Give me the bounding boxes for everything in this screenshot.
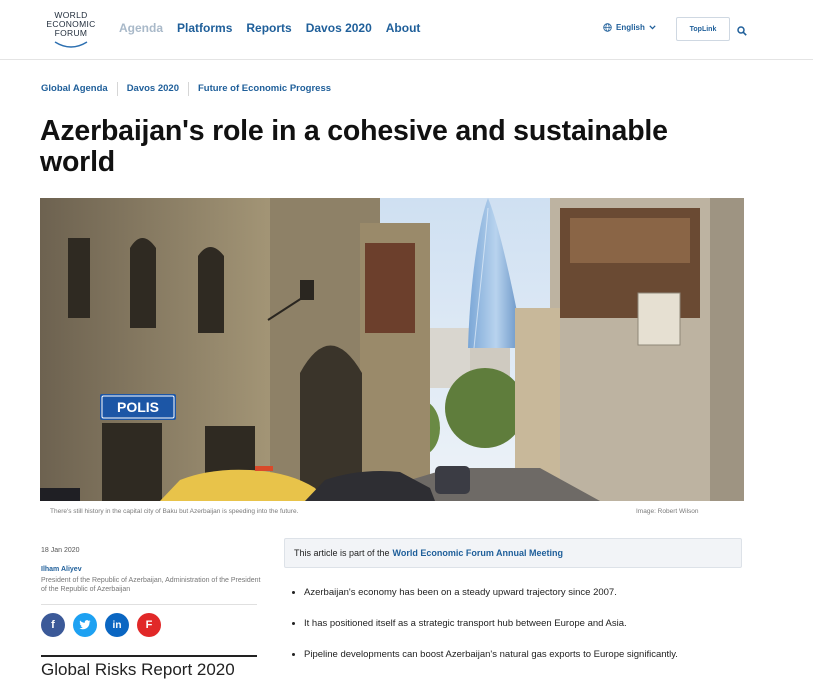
annual-meeting-link[interactable]: World Economic Forum Annual Meeting: [393, 548, 564, 558]
key-point: It has positioned itself as a strategic …: [290, 618, 678, 649]
nav-platforms[interactable]: Platforms: [177, 21, 232, 35]
logo-arc-icon: [54, 41, 88, 48]
nav-agenda[interactable]: Agenda: [119, 21, 163, 35]
logo-line-3: FORUM: [54, 28, 88, 38]
twitter-share-button[interactable]: t: [73, 613, 97, 637]
key-points-list: Azerbaijan's economy has been on a stead…: [290, 587, 678, 680]
hero-image-svg: POLIS: [40, 198, 744, 501]
wef-logo[interactable]: WORLD ECONOMIC FORUM: [39, 11, 103, 51]
author-role: President of the Republic of Azerbaijan,…: [41, 577, 261, 593]
nav-reports[interactable]: Reports: [246, 21, 291, 35]
facebook-share-button[interactable]: f: [41, 613, 65, 637]
sidebar-heavy-divider: [41, 655, 257, 657]
main-nav: Agenda Platforms Reports Davos 2020 Abou…: [119, 21, 420, 35]
linkedin-icon: in: [112, 619, 122, 631]
twitter-icon: [79, 620, 91, 630]
search-icon: [737, 26, 747, 36]
related-heading[interactable]: Global Risks Report 2020: [41, 660, 235, 680]
site-header: WORLD ECONOMIC FORUM Agenda Platforms Re…: [0, 0, 813, 60]
flipboard-icon: F: [145, 619, 153, 631]
crumb-davos-2020[interactable]: Davos 2020: [116, 82, 188, 96]
globe-icon: [603, 23, 612, 32]
notice-prefix: This article is part of the: [294, 548, 390, 558]
article-date: 18 Jan 2020: [41, 547, 80, 554]
language-label: English: [616, 23, 645, 32]
breadcrumb: Global Agenda Davos 2020 Future of Econo…: [41, 82, 340, 96]
key-point: Azerbaijan's economy has been on a stead…: [290, 587, 678, 618]
crumb-future-of-economic-progress[interactable]: Future of Economic Progress: [187, 82, 340, 96]
share-buttons: f t in F: [41, 613, 161, 637]
chevron-down-icon: [649, 25, 656, 30]
facebook-icon: f: [51, 619, 55, 631]
toplink-button[interactable]: TopLink: [676, 17, 730, 41]
hero-credit: Image: Robert Wilson: [636, 508, 699, 515]
language-selector[interactable]: English: [603, 23, 656, 32]
linkedin-share-button[interactable]: in: [105, 613, 129, 637]
page-title: Azerbaijan's role in a cohesive and sust…: [40, 115, 668, 178]
key-point: Pipeline developments can boost Azerbaij…: [290, 649, 678, 680]
search-button[interactable]: [737, 23, 747, 41]
hero-image: POLIS: [40, 198, 744, 501]
annual-meeting-notice: This article is part of the World Econom…: [284, 538, 742, 568]
flipboard-share-button[interactable]: F: [137, 613, 161, 637]
nav-about[interactable]: About: [386, 21, 421, 35]
sidebar-divider: [41, 604, 257, 605]
author-name[interactable]: Ilham Aliyev: [41, 566, 82, 573]
nav-davos-2020[interactable]: Davos 2020: [306, 21, 372, 35]
police-sign-text: POLIS: [117, 399, 159, 415]
crumb-global-agenda[interactable]: Global Agenda: [41, 82, 117, 96]
hero-caption: There's still history in the capital cit…: [50, 508, 299, 515]
